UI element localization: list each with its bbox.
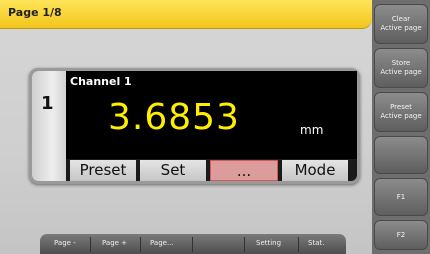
f2-button[interactable]: F2 xyxy=(374,220,428,250)
empty-softkey[interactable] xyxy=(374,136,428,174)
measurement-value: 3.6853 xyxy=(108,97,240,138)
page-plus-tab[interactable]: Page + xyxy=(102,239,127,247)
clear-active-page-button[interactable]: Clear Active page xyxy=(374,4,428,44)
statistics-tab[interactable]: Stat. xyxy=(308,239,324,247)
tab-divider xyxy=(140,237,141,252)
tab-divider xyxy=(244,237,245,252)
tab-divider xyxy=(192,237,193,252)
page-select-tab[interactable]: Page... xyxy=(150,239,174,247)
measurement-unit: mm xyxy=(300,123,324,137)
more-options-button[interactable]: ... xyxy=(210,160,278,181)
mode-button[interactable]: Mode xyxy=(282,160,348,181)
measurement-display: Channel 1 3.6853 mm xyxy=(66,71,357,159)
page-minus-tab[interactable]: Page - xyxy=(54,239,76,247)
softkey-column: Clear Active page Store Active page Pres… xyxy=(372,0,430,254)
channel-panel: 1 Channel 1 3.6853 mm Preset Set ... Mod… xyxy=(29,68,360,184)
setting-tab[interactable]: Setting xyxy=(256,239,281,247)
tab-divider xyxy=(90,237,91,252)
channel-number-area: 1 xyxy=(32,71,66,181)
page-indicator: Page 1/8 xyxy=(8,6,62,19)
store-active-page-button[interactable]: Store Active page xyxy=(374,48,428,88)
f1-button[interactable]: F1 xyxy=(374,178,428,216)
channel-label: Channel 1 xyxy=(70,75,132,88)
preset-active-page-button[interactable]: Preset Active page xyxy=(374,92,428,132)
channel-number: 1 xyxy=(41,93,54,114)
preset-button[interactable]: Preset xyxy=(70,160,136,181)
tab-divider xyxy=(298,237,299,252)
page-header: Page 1/8 xyxy=(0,0,372,29)
set-button[interactable]: Set xyxy=(140,160,206,181)
bottom-tab-bar: Page - Page + Page... Setting Stat. xyxy=(40,234,346,254)
